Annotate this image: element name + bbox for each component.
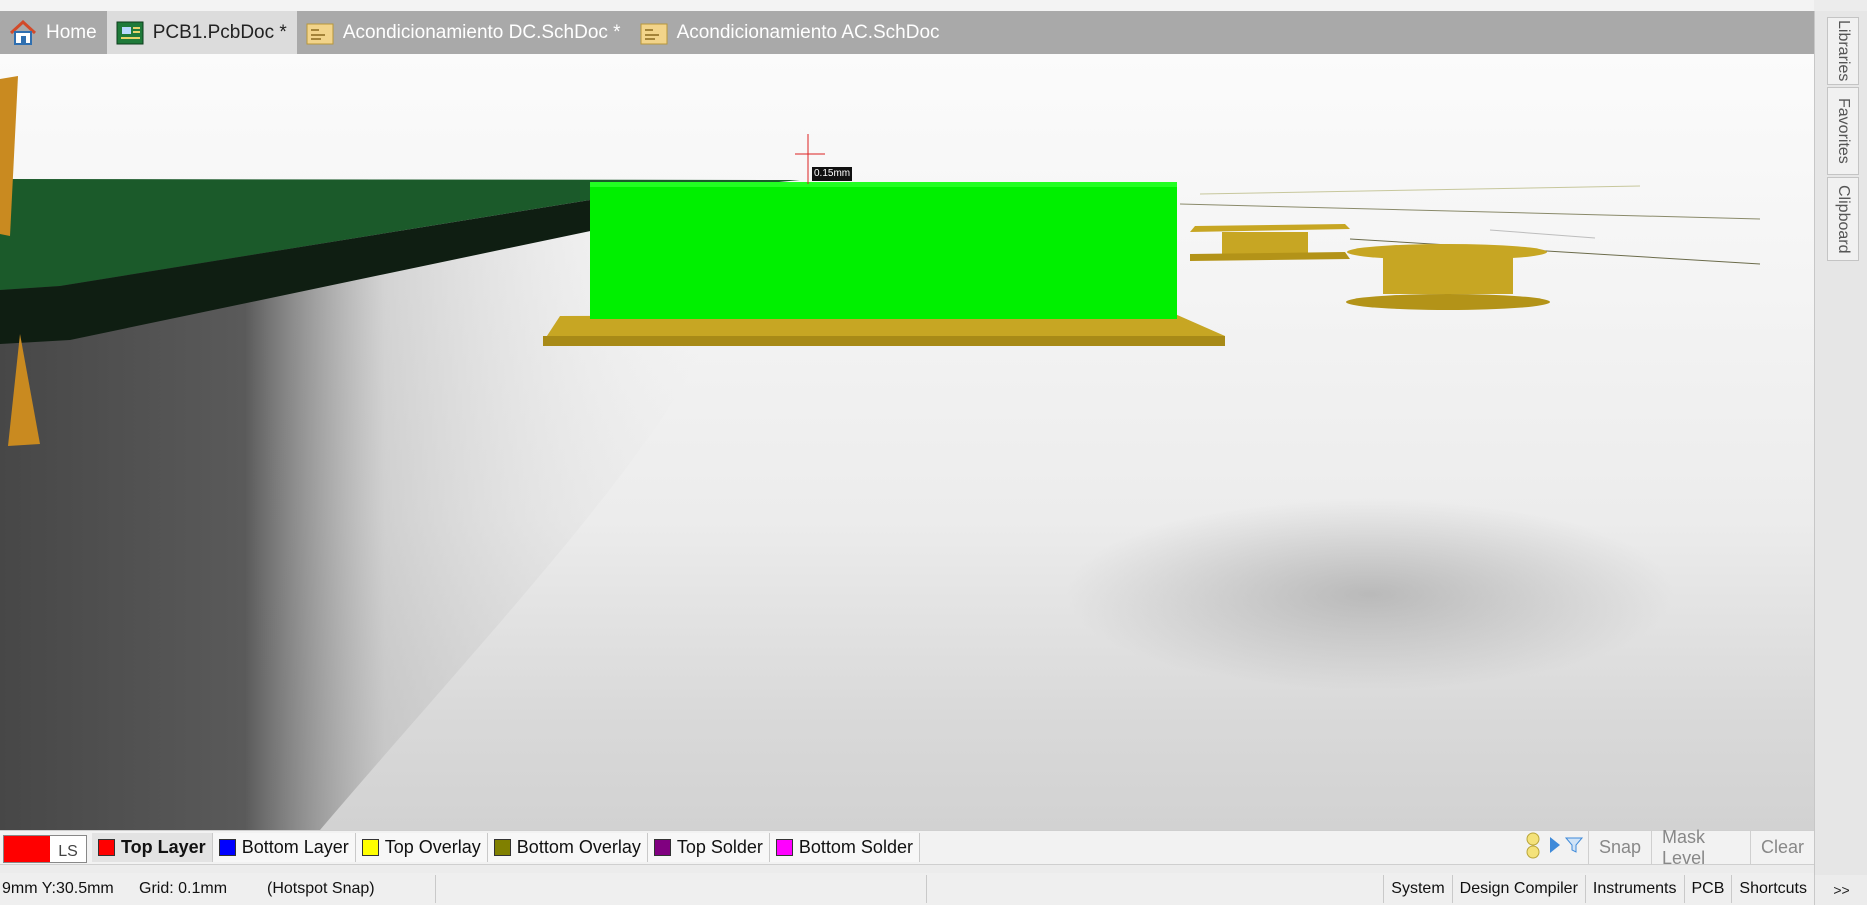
pcb-3d-scene bbox=[0, 76, 1761, 830]
component-small-right bbox=[1383, 254, 1513, 294]
cursor-coordinates: 9mm Y:30.5mm bbox=[2, 880, 114, 897]
snap-button[interactable]: Snap bbox=[1588, 831, 1651, 864]
layer-color-swatch bbox=[98, 839, 115, 856]
component-body-top bbox=[590, 182, 1177, 187]
layer-set-label: LS bbox=[58, 843, 78, 860]
layer-color-swatch bbox=[653, 839, 671, 856]
panel-button-system[interactable]: System bbox=[1383, 875, 1451, 903]
pcb-document-icon bbox=[115, 18, 145, 48]
layer-tools: Snap Mask Level Clear bbox=[1520, 827, 1814, 868]
layer-tab-bottom-solder[interactable]: Bottom Solder bbox=[769, 833, 920, 862]
layer-color-swatch bbox=[218, 839, 236, 856]
tab-label: Acondicionamiento AC.SchDoc bbox=[676, 21, 940, 43]
panel-tab-libraries[interactable]: Libraries bbox=[1827, 17, 1859, 85]
panel-button-pcb[interactable]: PCB bbox=[1683, 875, 1732, 903]
pcb-3d-viewport[interactable]: 0.15mm bbox=[0, 54, 1814, 830]
tab-home[interactable]: Home bbox=[0, 11, 107, 54]
snap-mode: (Hotspot Snap) bbox=[267, 880, 375, 897]
component-small-left bbox=[1222, 232, 1308, 256]
layer-color-swatch bbox=[493, 839, 511, 856]
dimension-label: 0.15mm bbox=[812, 167, 853, 181]
panel-button-instruments[interactable]: Instruments bbox=[1584, 875, 1684, 903]
component-body bbox=[590, 185, 1177, 319]
layer-navigate-icon[interactable] bbox=[1546, 835, 1564, 860]
layer-tab-bottom-layer[interactable]: Bottom Layer bbox=[212, 833, 356, 862]
panel-button-design-compiler[interactable]: Design Compiler bbox=[1451, 875, 1585, 903]
status-panel-buttons: System Design Compiler Instruments PCB S… bbox=[1383, 875, 1814, 903]
layer-color-swatch bbox=[775, 839, 793, 856]
tab-label: Acondicionamiento DC.SchDoc * bbox=[342, 21, 621, 43]
layer-tab-top-layer[interactable]: Top Layer bbox=[92, 833, 213, 862]
panel-tab-clipboard[interactable]: Clipboard bbox=[1827, 177, 1859, 261]
layer-tab-top-overlay[interactable]: Top Overlay bbox=[355, 833, 488, 862]
panel-button-shortcuts[interactable]: Shortcuts bbox=[1731, 875, 1814, 903]
layer-tab-bottom-overlay[interactable]: Bottom Overlay bbox=[487, 833, 648, 862]
panel-tab-favorites[interactable]: Favorites bbox=[1827, 87, 1859, 175]
tab-pcb1[interactable]: PCB1.PcbDoc * bbox=[106, 11, 297, 54]
status-divider bbox=[926, 875, 927, 903]
pad-base-front bbox=[543, 336, 1225, 346]
layer-color-swatch bbox=[361, 839, 379, 856]
home-icon bbox=[8, 18, 38, 48]
current-layer-indicator[interactable]: LS bbox=[3, 835, 87, 863]
mask-level-button[interactable]: Mask Level bbox=[1651, 827, 1750, 868]
tab-schematic-dc[interactable]: Acondicionamiento DC.SchDoc * bbox=[297, 11, 631, 54]
layer-tab-bar: LS Top Layer Bottom Layer Top Overlay Bo… bbox=[0, 827, 1814, 868]
layer-tab-top-solder[interactable]: Top Solder bbox=[647, 833, 770, 862]
tab-schematic-ac[interactable]: Acondicionamiento AC.SchDoc bbox=[631, 11, 950, 54]
filter-icon[interactable] bbox=[1564, 835, 1588, 860]
right-panel-dock: Libraries Favorites Clipboard bbox=[1814, 11, 1867, 875]
more-panels-button[interactable]: >> bbox=[1814, 875, 1867, 905]
schematic-document-icon bbox=[305, 18, 335, 48]
layer-tabs: Top Layer Bottom Layer Top Overlay Botto… bbox=[92, 833, 920, 862]
pad-small-left bbox=[1190, 224, 1350, 232]
document-tab-bar: Home PCB1.PcbDoc * Acondicionamiento DC.… bbox=[0, 11, 1814, 54]
tab-label: Home bbox=[46, 21, 97, 43]
grid-size: Grid: 0.1mm bbox=[139, 880, 228, 897]
schematic-document-icon bbox=[639, 18, 669, 48]
status-bar: 9mm Y:30.5mm Grid: 0.1mm (Hotspot Snap) … bbox=[0, 873, 1814, 905]
clear-button[interactable]: Clear bbox=[1749, 831, 1814, 864]
current-layer-swatch bbox=[4, 836, 50, 862]
layer-visibility-icon[interactable] bbox=[1520, 831, 1546, 864]
status-divider bbox=[435, 875, 436, 903]
tab-label: PCB1.PcbDoc * bbox=[152, 21, 287, 43]
